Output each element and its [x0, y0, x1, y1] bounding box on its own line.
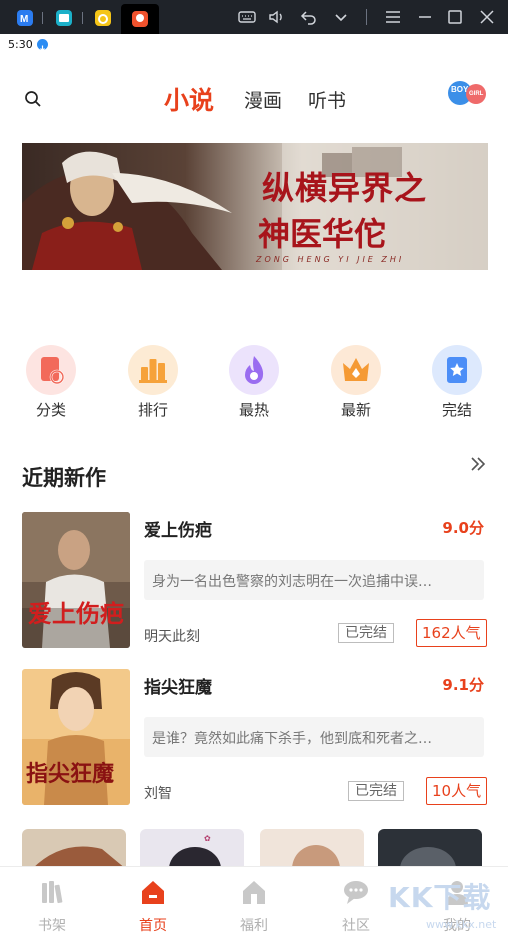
promo-banner[interactable]: 纵横异界之 神医华佗 ZONG HENG YI JIE ZHI	[22, 143, 488, 270]
nav-bookshelf[interactable]: 书架	[22, 877, 82, 935]
maximize-icon[interactable]	[446, 8, 464, 26]
double-chevron-right-icon[interactable]	[468, 454, 488, 474]
book-thumbnail[interactable]: ✿	[140, 829, 244, 869]
search-icon[interactable]	[24, 90, 42, 108]
svg-text:✿: ✿	[204, 834, 211, 843]
star-book-icon	[432, 345, 482, 395]
emulator-toolbar: M	[0, 0, 508, 34]
flame-icon	[229, 345, 279, 395]
nav-community[interactable]: 社区	[326, 877, 386, 935]
close-icon[interactable]	[478, 8, 496, 26]
watermark-url: www.kkx.net	[426, 918, 497, 931]
minimize-icon[interactable]	[416, 8, 434, 26]
ranking-icon	[128, 345, 178, 395]
keyboard-icon[interactable]	[238, 8, 256, 26]
gender-switch-badge[interactable]: BOY GIRL	[447, 80, 487, 106]
status-badge: 已完结	[348, 781, 404, 801]
tab-comic[interactable]: 漫画	[244, 86, 282, 113]
app-icon-tv[interactable]	[56, 10, 72, 26]
gift-house-icon	[243, 881, 265, 904]
menu-icon[interactable]	[384, 8, 402, 26]
chevron-down-icon[interactable]	[332, 8, 350, 26]
volume-icon[interactable]	[268, 8, 286, 26]
banner-title-line2: 神医华佗	[258, 215, 387, 253]
active-app-tab[interactable]	[121, 4, 159, 34]
category-classify[interactable]: 分类	[21, 345, 81, 420]
category-hottest[interactable]: 最热	[224, 345, 284, 420]
back-icon[interactable]	[300, 8, 318, 26]
tab-novel[interactable]: 小说	[164, 81, 214, 117]
section-title: 近期新作	[22, 466, 106, 490]
book-item[interactable]: 爱上伤疤 爱上伤疤 9.0分 身为一名出色警察的刘志明在一次追捕中误… 明天此刻…	[22, 512, 488, 652]
chat-icon	[344, 881, 368, 904]
book-title[interactable]: 指尖狂魔	[144, 673, 212, 698]
book-author: 明天此刻	[144, 629, 200, 645]
book-cover[interactable]: 爱上伤疤	[22, 512, 130, 648]
svg-text:爱上伤疤: 爱上伤疤	[28, 599, 124, 628]
book-score: 9.0分	[442, 519, 484, 537]
home-icon	[142, 881, 164, 904]
nav-welfare[interactable]: 福利	[224, 877, 284, 935]
book-cover[interactable]: 指尖狂魔	[22, 669, 130, 805]
svg-text:BOY: BOY	[451, 85, 469, 94]
category-icon	[26, 345, 76, 395]
bookshelf-icon	[42, 881, 63, 904]
popularity-badge: 162人气	[416, 619, 487, 647]
category-newest[interactable]: 最新	[326, 345, 386, 420]
book-score: 9.1分	[442, 676, 484, 694]
svg-text:指尖狂魔: 指尖狂魔	[26, 761, 114, 787]
status-time: 5:30	[8, 38, 33, 51]
category-ranking[interactable]: 排行	[123, 345, 183, 420]
book-description: 是谁？竟然如此痛下杀手，他到底和死者之…	[144, 717, 484, 757]
book-author: 刘智	[144, 786, 172, 802]
nav-home[interactable]: 首页	[123, 877, 183, 935]
banner-subtitle: ZONG HENG YI JIE ZHI	[256, 255, 405, 264]
category-completed[interactable]: 完结	[427, 345, 487, 420]
book-item[interactable]: 指尖狂魔 指尖狂魔 9.1分 是谁？竟然如此痛下杀手，他到底和死者之… 刘智 已…	[22, 669, 488, 809]
new-icon	[331, 345, 381, 395]
banner-title-line1: 纵横异界之	[262, 169, 428, 207]
book-thumbnail[interactable]	[260, 829, 364, 869]
status-badge: 已完结	[338, 623, 394, 643]
app-icon-m[interactable]: M	[17, 10, 33, 26]
book-thumbnail[interactable]	[22, 829, 126, 869]
watermark-logo: KK下载	[388, 881, 492, 914]
book-title[interactable]: 爱上伤疤	[144, 516, 212, 541]
svg-text:GIRL: GIRL	[469, 91, 484, 97]
book-description: 身为一名出色警察的刘志明在一次追捕中误…	[144, 560, 484, 600]
tab-audiobook[interactable]: 听书	[308, 86, 346, 113]
download-status-icon	[37, 39, 48, 52]
app-icon-yellow[interactable]	[95, 10, 111, 26]
svg-text:M: M	[20, 14, 28, 25]
popularity-badge: 10人气	[426, 777, 488, 805]
book-thumbnail[interactable]	[378, 829, 482, 869]
